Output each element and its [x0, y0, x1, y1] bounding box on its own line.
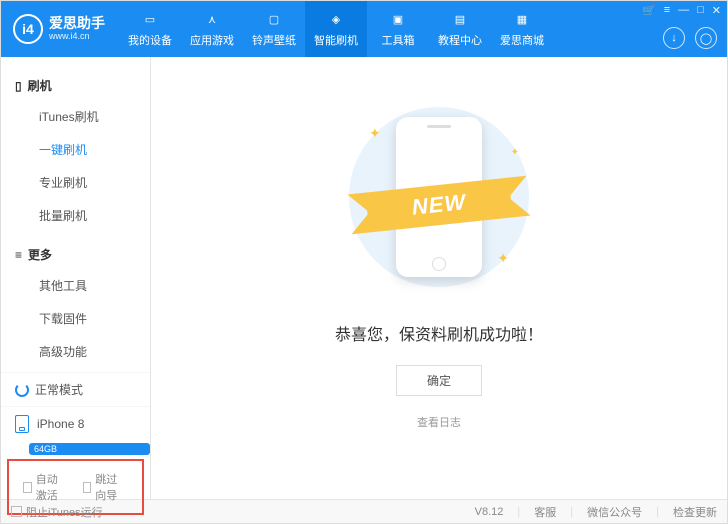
success-illustration: NEW ✦ ✦ ✦: [339, 97, 539, 297]
support-link[interactable]: 客服: [534, 504, 556, 520]
main-content: NEW ✦ ✦ ✦ 恭喜您，保资料刷机成功啦！ 确定 查看日志: [151, 57, 727, 499]
nav-apps[interactable]: ⋏应用游戏: [181, 1, 243, 57]
sidebar-item-download-firmware[interactable]: 下载固件: [1, 302, 150, 335]
nav-tutorials[interactable]: ▤教程中心: [429, 1, 491, 57]
sidebar-item-pro-flash[interactable]: 专业刷机: [1, 166, 150, 199]
logo-icon: i4: [13, 14, 43, 44]
shop-icon: ▦: [513, 11, 531, 29]
menu-icon[interactable]: ≡: [664, 4, 670, 17]
flash-icon: ◈: [327, 11, 345, 29]
logo-subtitle: www.i4.cn: [49, 32, 105, 42]
sidebar-item-itunes-flash[interactable]: iTunes刷机: [1, 100, 150, 133]
wechat-link[interactable]: 微信公众号: [587, 504, 642, 520]
phone-outline-icon: ▯: [15, 79, 22, 93]
apps-icon: ⋏: [203, 11, 221, 29]
auto-activate-checkbox[interactable]: 自动激活: [23, 471, 69, 503]
ok-button[interactable]: 确定: [396, 365, 482, 396]
block-itunes-checkbox[interactable]: 阻止iTunes运行: [11, 504, 103, 520]
nav-shop[interactable]: ▦爱思商城: [491, 1, 553, 57]
success-message: 恭喜您，保资料刷机成功啦！: [335, 321, 543, 345]
star-icon: ✦: [369, 125, 381, 142]
nav-toolbox[interactable]: ▣工具箱: [367, 1, 429, 57]
sidebar-more-header: ≡更多: [1, 240, 150, 269]
user-button[interactable]: ◯: [695, 27, 717, 49]
storage-badge: 64GB: [29, 443, 150, 455]
close-icon[interactable]: ✕: [712, 4, 721, 17]
nav-flash[interactable]: ◈智能刷机: [305, 1, 367, 57]
cart-icon[interactable]: 🛒: [642, 4, 656, 17]
book-icon: ▤: [451, 11, 469, 29]
logo-title: 爱思助手: [49, 16, 105, 31]
sidebar-flash-header: ▯刷机: [1, 71, 150, 100]
maximize-icon[interactable]: □: [697, 4, 704, 17]
sidebar-item-oneclick-flash[interactable]: 一键刷机: [1, 133, 150, 166]
music-icon: ▢: [265, 11, 283, 29]
device-mode-status: 正常模式: [1, 372, 150, 406]
download-button[interactable]: ↓: [663, 27, 685, 49]
nav-my-device[interactable]: ▭我的设备: [119, 1, 181, 57]
app-header: i4 爱思助手 www.i4.cn ▭我的设备 ⋏应用游戏 ▢铃声壁纸 ◈智能刷…: [1, 1, 727, 57]
toolbox-icon: ▣: [389, 11, 407, 29]
sidebar-item-other-tools[interactable]: 其他工具: [1, 269, 150, 302]
star-icon: ✦: [497, 250, 509, 267]
sidebar-item-advanced[interactable]: 高级功能: [1, 335, 150, 368]
window-controls: 🛒 ≡ — □ ✕: [642, 4, 721, 17]
status-icon: [15, 383, 29, 397]
device-name: iPhone 8: [37, 417, 84, 431]
skip-guide-checkbox[interactable]: 跳过向导: [83, 471, 129, 503]
list-icon: ≡: [15, 248, 22, 262]
device-info[interactable]: iPhone 8: [1, 406, 150, 441]
sidebar: ▯刷机 iTunes刷机 一键刷机 专业刷机 批量刷机 ≡更多 其他工具 下载固…: [1, 57, 151, 499]
sidebar-item-batch-flash[interactable]: 批量刷机: [1, 199, 150, 232]
device-icon: [15, 415, 29, 433]
top-nav: ▭我的设备 ⋏应用游戏 ▢铃声壁纸 ◈智能刷机 ▣工具箱 ▤教程中心 ▦爱思商城: [119, 1, 553, 57]
view-log-link[interactable]: 查看日志: [417, 414, 461, 430]
check-update-link[interactable]: 检查更新: [673, 504, 717, 520]
app-logo: i4 爱思助手 www.i4.cn: [1, 14, 119, 44]
star-icon: ✦: [511, 147, 519, 158]
phone-icon: ▭: [141, 11, 159, 29]
version-label: V8.12: [475, 506, 504, 518]
nav-ringtones[interactable]: ▢铃声壁纸: [243, 1, 305, 57]
minimize-icon[interactable]: —: [678, 4, 689, 17]
